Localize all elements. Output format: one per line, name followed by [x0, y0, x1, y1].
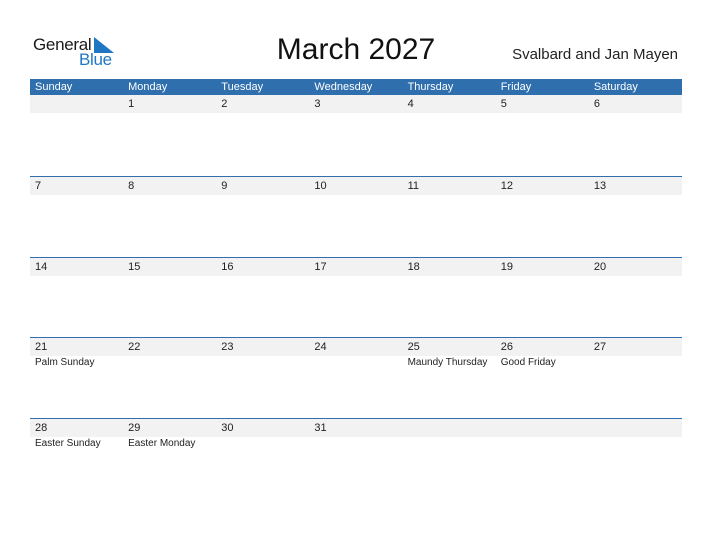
holiday-label — [123, 356, 216, 370]
date-strip: 1 2 3 4 5 6 — [30, 95, 682, 113]
day-number — [589, 419, 682, 437]
weekday-sunday: Sunday — [35, 81, 73, 93]
week-row: 28 29 30 31 Easter Sunday Easter Monday — [30, 417, 682, 499]
holiday-label — [309, 356, 402, 370]
day-number: 20 — [593, 260, 607, 273]
day-number: 25 — [407, 341, 420, 353]
holiday-label — [216, 437, 309, 451]
day-number: 7 — [35, 180, 42, 192]
day-number: 12 — [500, 180, 513, 192]
day-number: 16 — [221, 260, 234, 273]
events-row: Easter Sunday Easter Monday — [30, 437, 682, 451]
holiday-label — [589, 437, 682, 451]
day-number: 31 — [314, 421, 327, 434]
day-number: 9 — [221, 180, 228, 192]
region-label: Svalbard and Jan Mayen — [512, 46, 678, 63]
day-number: 10 — [314, 180, 327, 192]
weekday-header: Sunday Monday Tuesday Wednesday Thursday… — [30, 79, 682, 95]
day-number: 14 — [35, 260, 48, 273]
holiday-label: Easter Monday — [128, 437, 196, 449]
week-row: 1 2 3 4 5 6 — [30, 95, 682, 176]
weekday-saturday: Saturday — [593, 81, 638, 93]
holiday-label — [496, 437, 589, 451]
holiday-label: Palm Sunday — [35, 357, 95, 368]
day-number — [403, 419, 496, 437]
day-number: 2 — [221, 98, 228, 110]
day-number: 8 — [128, 180, 135, 192]
holiday-label — [589, 356, 682, 370]
day-number: 15 — [128, 260, 141, 273]
date-strip: 7 8 9 10 11 12 13 — [30, 177, 682, 195]
day-number: 27 — [593, 341, 607, 353]
holiday-label — [216, 356, 309, 370]
holiday-label — [403, 437, 496, 451]
day-number: 29 — [128, 421, 141, 434]
day-number: 22 — [128, 341, 141, 353]
day-number: 17 — [314, 260, 327, 273]
day-number: 5 — [500, 98, 507, 110]
holiday-label: Good Friday — [500, 357, 556, 368]
day-number: 19 — [500, 260, 513, 273]
day-number: 23 — [221, 341, 234, 353]
events-row: Palm Sunday Maundy Thursday Good Friday — [30, 356, 682, 370]
calendar-grid: Sunday Monday Tuesday Wednesday Thursday… — [30, 79, 682, 498]
date-strip: 21 22 23 24 25 26 27 — [30, 338, 682, 356]
day-number: 26 — [500, 341, 513, 353]
weekday-thursday: Thursday — [407, 81, 454, 93]
day-number: 21 — [35, 341, 48, 353]
week-row: 21 22 23 24 25 26 27 Palm Sunday Maundy Thursday… — [30, 337, 682, 418]
weekday-tuesday: Tuesday — [221, 81, 264, 93]
day-number: 4 — [407, 98, 414, 110]
day-number: 13 — [593, 180, 607, 192]
day-number: 18 — [407, 260, 420, 273]
week-row: 7 8 9 10 11 12 13 — [30, 176, 682, 257]
date-strip: 14 15 16 17 18 19 20 — [30, 257, 682, 276]
day-number: 3 — [314, 98, 321, 110]
day-number — [30, 95, 123, 113]
day-number: 6 — [593, 98, 600, 110]
day-number: 11 — [407, 180, 419, 192]
date-strip: 28 29 30 31 — [30, 418, 682, 437]
day-number: 1 — [128, 98, 135, 110]
holiday-label: Easter Sunday — [35, 437, 101, 449]
week-row: 14 15 16 17 18 19 20 — [30, 256, 682, 338]
weekday-friday: Friday — [500, 81, 532, 93]
weekday-monday: Monday — [128, 81, 168, 93]
day-number: 28 — [35, 421, 48, 434]
weekday-wednesday: Wednesday — [314, 81, 373, 93]
day-number — [496, 419, 589, 437]
holiday-label: Maundy Thursday — [407, 357, 488, 368]
holiday-label — [309, 437, 402, 451]
day-number: 24 — [314, 341, 327, 353]
day-number: 30 — [221, 421, 234, 434]
